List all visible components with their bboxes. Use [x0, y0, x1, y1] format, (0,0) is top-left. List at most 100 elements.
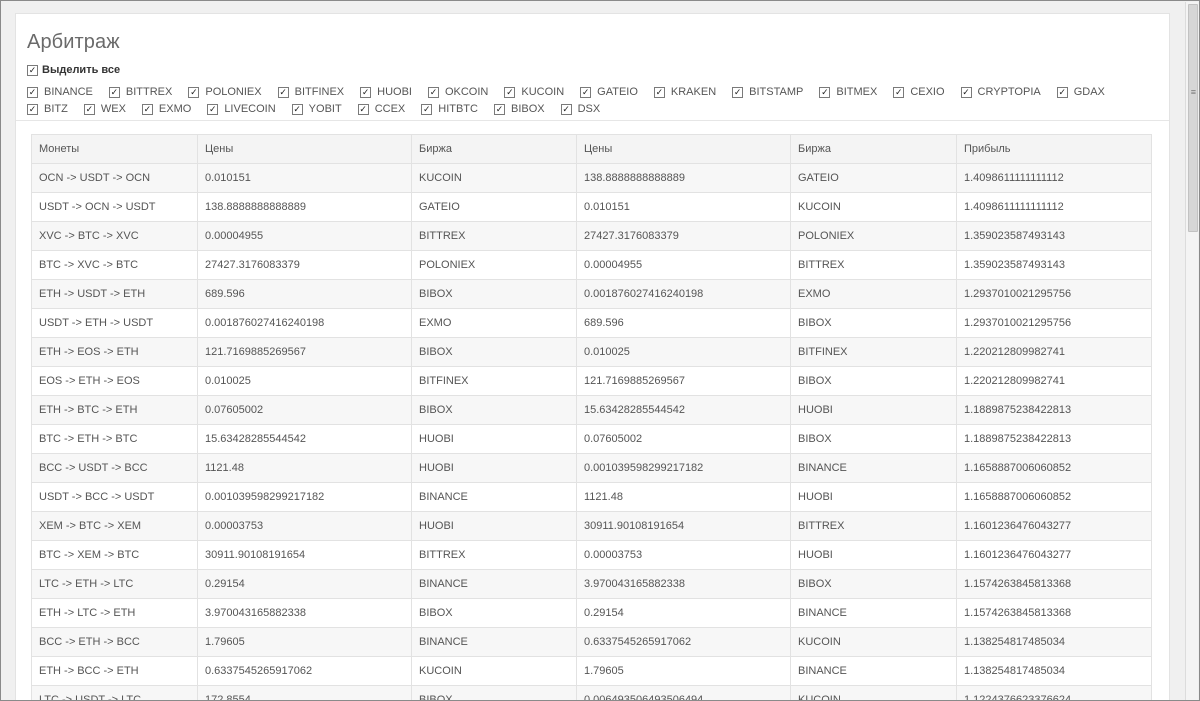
table-cell: BINANCE	[411, 482, 577, 512]
table-cell: 0.006493506493506494	[576, 685, 791, 700]
table-cell: 1121.48	[576, 482, 791, 512]
exchange-checkbox-hitbtc[interactable]: ✓ HITBTC	[421, 102, 478, 116]
scrollbar-thumb[interactable]	[1188, 4, 1198, 232]
checkbox-checked-icon[interactable]: ✓	[141, 103, 153, 115]
exchange-checkbox-cryptopia[interactable]: ✓ CRYPTOPIA	[960, 85, 1041, 99]
checkbox-checked-icon[interactable]: ✓	[27, 103, 38, 115]
table-cell: 1.2937010021295756	[956, 279, 1152, 309]
table-row: ETH -> BCC -> ETH 0.6337545265917062 KUCOI…	[31, 656, 1152, 686]
arbitrage-panel: Арбитраж ✓ Выделить все ✓ BINANCE ✓ BITTREX…	[15, 13, 1170, 700]
table-cell: 27427.3176083379	[576, 221, 791, 251]
table-cell: 1.1574263845813368	[956, 569, 1152, 599]
table-row: LTC -> USDT -> LTC 172.8554 BIBOX 0.0064935…	[31, 685, 1152, 700]
table-cell: GATEIO	[411, 192, 577, 222]
exchange-checkbox-huobi[interactable]: ✓ HUOBI	[360, 85, 412, 99]
table-cell: BTC -> XVC -> BTC	[31, 250, 198, 280]
table-row: BCC -> USDT -> BCC 1121.48 HUOBI 0.00103959…	[31, 453, 1152, 483]
exchange-checkbox-binance[interactable]: ✓ BINANCE	[27, 85, 93, 99]
table-cell: BTC -> XEM -> BTC	[31, 540, 198, 570]
page-title: Арбитраж	[27, 31, 120, 53]
table-cell: ETH -> USDT -> ETH	[31, 279, 198, 309]
exchange-checkbox-gdax[interactable]: ✓ GDAX	[1056, 85, 1105, 99]
exchange-checkbox-kraken[interactable]: ✓ KRAKEN	[653, 85, 717, 99]
exchange-checkbox-cexio[interactable]: ✓ CEXIO	[893, 85, 945, 99]
checkbox-checked-icon[interactable]: ✓	[83, 103, 95, 115]
exchange-label: OKCOIN	[444, 86, 489, 98]
exchange-checkbox-dsx[interactable]: ✓ DSX	[560, 102, 600, 116]
checkbox-checked-icon[interactable]: ✓	[27, 86, 38, 98]
exchange-label: GDAX	[1073, 86, 1105, 98]
checkbox-checked-icon[interactable]: ✓	[427, 86, 439, 98]
select-all-checkbox[interactable]: ✓ Выделить все	[27, 64, 120, 76]
exchange-checkbox-ccex[interactable]: ✓ CCEX	[357, 102, 406, 116]
exchange-checkbox-bitfinex[interactable]: ✓ BITFINEX	[277, 85, 344, 99]
vertical-scrollbar[interactable]: ≡	[1185, 2, 1198, 700]
exchange-checkbox-kucoin[interactable]: ✓ KUCOIN	[504, 85, 564, 99]
table-cell: 1.359023587493143	[956, 221, 1152, 251]
table-row: OCN -> USDT -> OCN 0.010151 KUCOIN 138.8888…	[31, 163, 1152, 193]
exchange-checkbox-bitstamp[interactable]: ✓ BITSTAMP	[732, 85, 803, 99]
table-row: BCC -> ETH -> BCC 1.79605 BINANCE 0.6337545…	[31, 627, 1152, 657]
column-header[interactable]: Цены	[197, 134, 412, 164]
exchange-checkbox-gateio[interactable]: ✓ GATEIO	[580, 85, 638, 99]
exchange-checkbox-exmo[interactable]: ✓ EXMO	[141, 102, 191, 116]
exchange-checkbox-bittrex[interactable]: ✓ BITTREX	[108, 85, 172, 99]
exchange-label: BIBOX	[510, 103, 545, 115]
table-cell: 0.010151	[197, 163, 412, 193]
exchange-filter-list: ✓ BINANCE ✓ BITTREX ✓ POLONIEX ✓ BITFINEX ✓ HUOBI…	[27, 85, 1162, 116]
exchange-label: CCEX	[374, 103, 406, 115]
exchange-checkbox-okcoin[interactable]: ✓ OKCOIN	[427, 85, 489, 99]
exchange-checkbox-livecoin[interactable]: ✓ LIVECOIN	[207, 102, 276, 116]
exchange-checkbox-wex[interactable]: ✓ WEX	[83, 102, 126, 116]
exchange-label: KRAKEN	[670, 86, 717, 98]
checkbox-checked-icon[interactable]: ✓	[188, 86, 200, 98]
exchange-checkbox-bitmex[interactable]: ✓ BITMEX	[819, 85, 877, 99]
checkbox-checked-icon[interactable]: ✓	[732, 86, 744, 98]
exchange-checkbox-poloniex[interactable]: ✓ POLONIEX	[188, 85, 262, 99]
checkbox-checked-icon[interactable]: ✓	[277, 86, 289, 98]
exchange-checkbox-bibox[interactable]: ✓ BIBOX	[493, 102, 545, 116]
exchange-label: LIVECOIN	[224, 103, 276, 115]
checkbox-checked-icon[interactable]: ✓	[360, 86, 372, 98]
table-cell: BINANCE	[790, 598, 957, 628]
checkbox-checked-icon[interactable]: ✓	[504, 86, 516, 98]
checkbox-checked-icon[interactable]: ✓	[653, 86, 665, 98]
table-cell: 1.138254817485034	[956, 627, 1152, 657]
column-header[interactable]: Биржа	[411, 134, 577, 164]
column-header[interactable]: Монеты	[31, 134, 198, 164]
checkbox-checked-icon[interactable]: ✓	[207, 103, 219, 115]
checkbox-checked-icon[interactable]: ✓	[960, 86, 972, 98]
table-cell: 138.8888888888889	[197, 192, 412, 222]
table-cell: BINANCE	[411, 569, 577, 599]
table-cell: BITTREX	[411, 540, 577, 570]
table-cell: 1.1574263845813368	[956, 598, 1152, 628]
checkbox-checked-icon[interactable]: ✓	[421, 103, 433, 115]
checkbox-checked-icon[interactable]: ✓	[291, 103, 303, 115]
table-cell: BIBOX	[411, 279, 577, 309]
column-header[interactable]: Прибыль	[956, 134, 1152, 164]
checkbox-checked-icon[interactable]: ✓	[819, 86, 831, 98]
table-cell: BCC -> USDT -> BCC	[31, 453, 198, 483]
checkbox-checked-icon[interactable]: ✓	[108, 86, 120, 98]
column-header[interactable]: Цены	[576, 134, 791, 164]
exchange-checkbox-yobit[interactable]: ✓ YOBIT	[291, 102, 342, 116]
table-cell: BIBOX	[790, 366, 957, 396]
table-cell: 0.29154	[197, 569, 412, 599]
checkbox-checked-icon[interactable]: ✓	[357, 103, 369, 115]
table-cell: POLONIEX	[411, 250, 577, 280]
table-row: USDT -> OCN -> USDT 138.8888888888889 GATE…	[31, 192, 1152, 222]
checkbox-checked-icon[interactable]: ✓	[580, 86, 592, 98]
table-row: XEM -> BTC -> XEM 0.00003753 HUOBI 30911.90…	[31, 511, 1152, 541]
table-cell: EOS -> ETH -> EOS	[31, 366, 198, 396]
checkbox-checked-icon[interactable]: ✓	[27, 64, 38, 76]
checkbox-checked-icon[interactable]: ✓	[493, 103, 505, 115]
table-cell: 121.7169885269567	[576, 366, 791, 396]
table-cell: 1.4098611111111112	[956, 192, 1152, 222]
column-header[interactable]: Биржа	[790, 134, 957, 164]
table-cell: KUCOIN	[790, 685, 957, 700]
checkbox-checked-icon[interactable]: ✓	[560, 103, 572, 115]
table-cell: 1.1601236476043277	[956, 511, 1152, 541]
exchange-checkbox-bitz[interactable]: ✓ BITZ	[27, 102, 68, 116]
checkbox-checked-icon[interactable]: ✓	[893, 86, 905, 98]
checkbox-checked-icon[interactable]: ✓	[1056, 86, 1068, 98]
